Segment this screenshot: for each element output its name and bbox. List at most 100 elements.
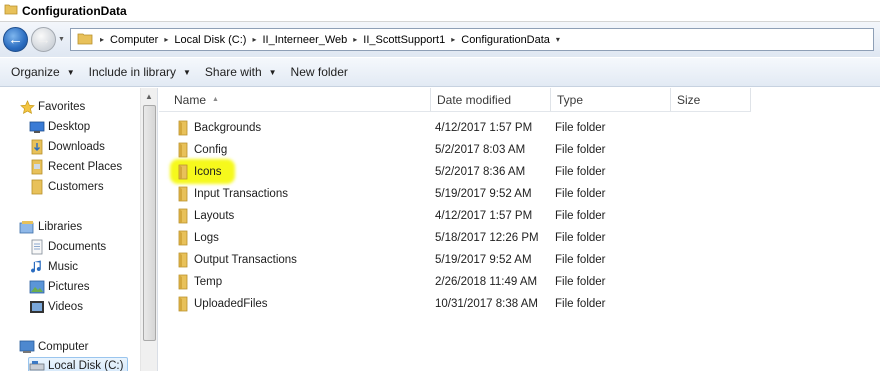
nav-item-recent-places[interactable]: Recent Places bbox=[29, 158, 122, 176]
address-bar[interactable]: ▸ Computer ▸ Local Disk (C:) ▸ II_Intern… bbox=[70, 28, 874, 51]
title-bar: ConfigurationData bbox=[0, 0, 880, 22]
file-type-cell: File folder bbox=[555, 254, 606, 266]
file-name: Layouts bbox=[194, 210, 235, 222]
nav-favorites[interactable]: Favorites bbox=[19, 98, 85, 116]
file-name-cell[interactable]: Input Transactions bbox=[176, 183, 288, 205]
nav-item-documents[interactable]: Documents bbox=[29, 238, 106, 256]
recent-pages-dropdown[interactable]: ▼ bbox=[56, 27, 67, 52]
table-row[interactable]: Backgrounds 4/12/2017 1:57 PM File folder bbox=[159, 117, 759, 139]
nav-item-desktop[interactable]: Desktop bbox=[29, 118, 90, 136]
chevron-down-icon[interactable]: ▾ bbox=[553, 35, 563, 44]
nav-item-videos[interactable]: Videos bbox=[29, 298, 83, 316]
breadcrumb-configurationdata[interactable]: ConfigurationData bbox=[458, 29, 553, 50]
file-name-cell[interactable]: Config bbox=[176, 139, 227, 161]
file-type-cell: File folder bbox=[555, 188, 606, 200]
file-name-cell[interactable]: Output Transactions bbox=[176, 249, 297, 271]
file-date-cell: 5/19/2017 9:52 AM bbox=[435, 254, 532, 266]
file-type-cell: File folder bbox=[555, 210, 606, 222]
nav-scrollbar[interactable]: ▲ bbox=[140, 88, 157, 371]
nav-item-downloads[interactable]: Downloads bbox=[29, 138, 105, 156]
file-type-cell: File folder bbox=[555, 232, 606, 244]
chevron-down-icon: ▼ bbox=[58, 36, 65, 43]
folder-icon bbox=[176, 230, 190, 246]
column-date-label: Date modified bbox=[437, 92, 512, 107]
folder-icon bbox=[176, 296, 190, 312]
table-row[interactable]: Temp 2/26/2018 11:49 AM File folder bbox=[159, 271, 759, 293]
file-name: Config bbox=[194, 144, 228, 156]
file-type-cell: File folder bbox=[555, 122, 606, 134]
organize-button[interactable]: Organize ▼ bbox=[4, 59, 82, 85]
chevron-down-icon: ▼ bbox=[268, 67, 277, 77]
folder-icon bbox=[176, 208, 190, 224]
computer-icon bbox=[19, 339, 35, 355]
file-name: Input Transactions bbox=[194, 188, 288, 200]
sort-ascending-icon: ▲ bbox=[212, 96, 219, 103]
nav-item-label: Videos bbox=[48, 301, 83, 313]
chevron-right-icon[interactable]: ▸ bbox=[448, 35, 458, 44]
column-name-label: Name bbox=[174, 92, 207, 107]
include-in-library-label: Include in library bbox=[88, 65, 176, 79]
column-header-size[interactable]: Size bbox=[671, 88, 751, 112]
file-name: Backgrounds bbox=[194, 122, 262, 134]
folder-icon bbox=[176, 120, 190, 136]
include-in-library-button[interactable]: Include in library ▼ bbox=[82, 59, 198, 85]
chevron-right-icon[interactable]: ▸ bbox=[161, 35, 171, 44]
back-button[interactable]: ← bbox=[3, 27, 28, 52]
new-folder-button[interactable]: New folder bbox=[284, 59, 355, 85]
file-type-cell: File folder bbox=[555, 166, 606, 178]
nav-item-label: Music bbox=[48, 261, 79, 273]
table-row[interactable]: Config 5/2/2017 8:03 AM File folder bbox=[159, 139, 759, 161]
file-name: Temp bbox=[194, 276, 223, 288]
file-name-cell[interactable]: Icons bbox=[176, 161, 222, 183]
file-date-cell: 2/26/2018 11:49 AM bbox=[435, 276, 538, 288]
file-date-cell: 5/18/2017 12:26 PM bbox=[435, 232, 539, 244]
arrow-left-icon: ← bbox=[8, 31, 23, 48]
chevron-right-icon[interactable]: ▸ bbox=[249, 35, 259, 44]
chevron-right-icon[interactable]: ▸ bbox=[97, 35, 107, 44]
breadcrumb-scottsupport1[interactable]: II_ScottSupport1 bbox=[360, 29, 448, 50]
column-type-label: Type bbox=[557, 92, 584, 107]
file-date-cell: 5/19/2017 9:52 AM bbox=[435, 188, 532, 200]
nav-computer-label: Computer bbox=[38, 341, 89, 353]
table-row[interactable]: Layouts 4/12/2017 1:57 PM File folder bbox=[159, 205, 759, 227]
file-list: Name ▲ Date modified Type Size Backgroun… bbox=[159, 88, 880, 371]
nav-item-pictures[interactable]: Pictures bbox=[29, 278, 90, 296]
nav-libraries[interactable]: Libraries bbox=[19, 218, 82, 236]
folder-icon bbox=[29, 179, 45, 195]
table-row[interactable]: Input Transactions 5/19/2017 9:52 AM File … bbox=[159, 183, 759, 205]
share-with-button[interactable]: Share with ▼ bbox=[198, 59, 284, 85]
breadcrumb-computer[interactable]: Computer bbox=[107, 29, 161, 50]
chevron-down-icon: ▼ bbox=[183, 67, 191, 77]
file-name-cell[interactable]: Logs bbox=[176, 227, 219, 249]
navigation-pane: Favorites Desktop Downloads Recent Place… bbox=[0, 88, 158, 371]
nav-item-local-disk[interactable]: Local Disk (C:) bbox=[28, 357, 129, 371]
column-size-label: Size bbox=[677, 92, 701, 107]
column-header-type[interactable]: Type bbox=[551, 88, 671, 112]
scrollbar-thumb[interactable] bbox=[143, 105, 156, 341]
table-row[interactable]: Logs 5/18/2017 12:26 PM File folder bbox=[159, 227, 759, 249]
file-name-cell[interactable]: Temp bbox=[176, 271, 222, 293]
star-icon bbox=[19, 99, 35, 115]
breadcrumb-local-disk[interactable]: Local Disk (C:) bbox=[171, 29, 249, 50]
nav-item-label: Documents bbox=[48, 241, 107, 253]
nav-item-music[interactable]: Music bbox=[29, 258, 78, 276]
folder-icon bbox=[176, 274, 190, 290]
arrow-right-icon: → bbox=[36, 31, 51, 48]
table-row[interactable]: Output Transactions 5/19/2017 9:52 AM File… bbox=[159, 249, 759, 271]
desktop-icon bbox=[29, 119, 45, 135]
file-name-cell[interactable]: Backgrounds bbox=[176, 117, 261, 139]
column-header-name[interactable]: Name ▲ bbox=[159, 88, 431, 112]
nav-item-label: Pictures bbox=[48, 281, 90, 293]
chevron-right-icon[interactable]: ▸ bbox=[350, 35, 360, 44]
nav-item-customers[interactable]: Customers bbox=[29, 178, 104, 196]
breadcrumb-interneer-web[interactable]: II_Interneer_Web bbox=[259, 29, 350, 50]
file-name-cell[interactable]: UploadedFiles bbox=[176, 293, 268, 315]
column-header-date[interactable]: Date modified bbox=[431, 88, 551, 112]
file-name-cell[interactable]: Layouts bbox=[176, 205, 234, 227]
file-date-cell: 4/12/2017 1:57 PM bbox=[435, 210, 533, 222]
nav-computer[interactable]: Computer bbox=[19, 338, 89, 356]
table-row[interactable]: UploadedFiles 10/31/2017 8:38 AM File fold… bbox=[159, 293, 759, 315]
scroll-up-icon[interactable]: ▲ bbox=[141, 88, 157, 105]
table-row[interactable]: Icons 5/2/2017 8:36 AM File folder bbox=[159, 161, 759, 183]
forward-button[interactable]: → bbox=[31, 27, 56, 52]
